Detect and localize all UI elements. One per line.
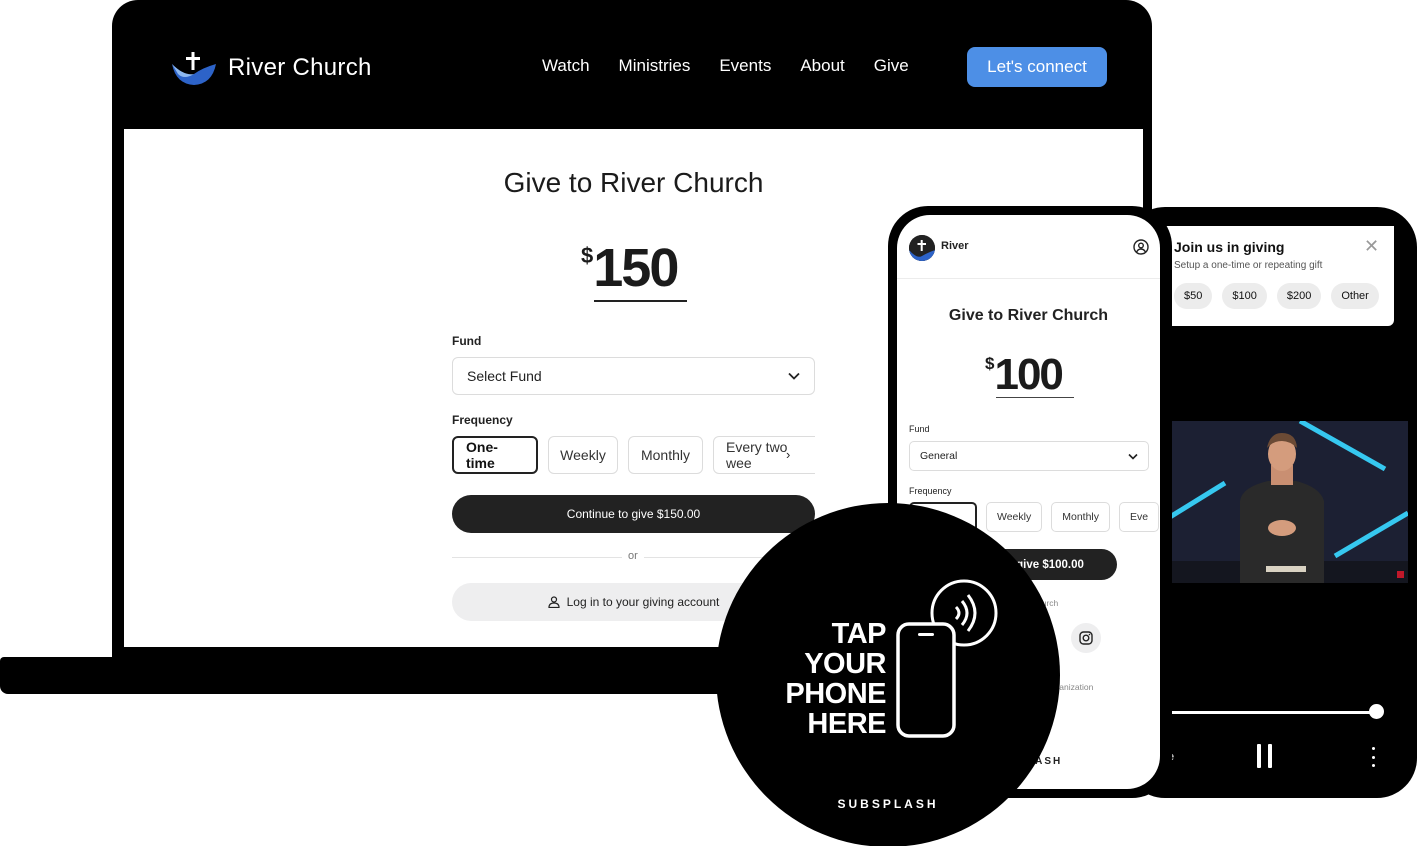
amount-50-button[interactable]: $50 bbox=[1174, 283, 1213, 309]
pause-icon[interactable] bbox=[1255, 744, 1275, 768]
amount-other-button[interactable]: Other bbox=[1331, 283, 1379, 309]
fund-select[interactable]: Select Fund bbox=[452, 357, 815, 395]
phone-amount-underline bbox=[996, 397, 1074, 398]
phone-brand-name: River bbox=[941, 240, 969, 252]
river-church-logo-icon bbox=[172, 52, 216, 85]
amount-options: $50 $100 $200 Other bbox=[1174, 283, 1379, 309]
video-frame-image bbox=[1170, 421, 1408, 583]
amount-200-button[interactable]: $200 bbox=[1276, 283, 1322, 309]
frequency-options: One-time Weekly Monthly Every two wee bbox=[452, 436, 815, 474]
page-title: Give to River Church bbox=[503, 167, 764, 198]
tap-line-2: YOUR bbox=[804, 648, 886, 680]
phone-currency-symbol: $ bbox=[985, 354, 995, 373]
amount-display[interactable]: $ 150 bbox=[581, 238, 679, 298]
nav-give[interactable]: Give bbox=[874, 56, 909, 76]
river-logo-icon bbox=[909, 235, 935, 261]
chevron-down-icon bbox=[1128, 453, 1138, 460]
lets-connect-button[interactable]: Let's connect bbox=[967, 47, 1107, 87]
frequency-weekly[interactable]: Weekly bbox=[548, 436, 618, 474]
currency-symbol: $ bbox=[581, 243, 594, 268]
fund-select-value: Select Fund bbox=[467, 368, 542, 384]
tap-line-4: HERE bbox=[807, 708, 886, 740]
nav-watch[interactable]: Watch bbox=[542, 56, 590, 76]
phone-frequency-every-two-weeks[interactable]: Eve bbox=[1119, 502, 1159, 532]
contactless-phone-icon bbox=[896, 579, 998, 738]
close-icon[interactable]: ✕ bbox=[1364, 236, 1379, 257]
giving-card-subtitle: Setup a one-time or repeating gift bbox=[1174, 260, 1323, 271]
tap-your-phone-text: TAP YOUR PHONE HERE bbox=[754, 619, 886, 739]
frequency-every-two-weeks[interactable]: Every two wee bbox=[713, 436, 815, 474]
brand-name: River Church bbox=[228, 54, 372, 81]
user-icon bbox=[548, 596, 560, 608]
phone-fund-value: General bbox=[920, 450, 958, 462]
nav-about[interactable]: About bbox=[800, 56, 844, 76]
chevron-right-icon[interactable]: › bbox=[786, 447, 790, 462]
phone-frequency-label: Frequency bbox=[909, 486, 952, 496]
frequency-one-time[interactable]: One-time bbox=[452, 436, 538, 474]
video-scrub-handle[interactable] bbox=[1369, 704, 1384, 719]
giving-card-title: Join us in giving bbox=[1174, 239, 1285, 255]
brand[interactable]: River Church bbox=[172, 50, 372, 86]
phone-amount-display[interactable]: $ 100 bbox=[985, 350, 1064, 400]
amount-underline bbox=[594, 300, 687, 302]
more-options-icon[interactable] bbox=[1366, 747, 1380, 767]
login-label: Log in to your giving account bbox=[566, 595, 720, 609]
continue-to-give-button[interactable]: Continue to give $150.00 bbox=[452, 495, 815, 533]
amount-100-button[interactable]: $100 bbox=[1222, 283, 1267, 309]
phone-frequency-weekly[interactable]: Weekly bbox=[986, 502, 1043, 532]
nav-events[interactable]: Events bbox=[719, 56, 771, 76]
phone-fund-select[interactable]: General bbox=[909, 441, 1149, 471]
phone-header: River bbox=[897, 215, 1160, 279]
frequency-label: Frequency bbox=[452, 413, 513, 427]
chevron-down-icon bbox=[788, 372, 800, 380]
phone-fund-label: Fund bbox=[909, 424, 930, 434]
sermon-video[interactable] bbox=[1170, 421, 1408, 583]
main-nav: Watch Ministries Events About Give bbox=[542, 56, 909, 76]
phone-frequency-monthly[interactable]: Monthly bbox=[1051, 502, 1110, 532]
instagram-icon[interactable] bbox=[1071, 623, 1101, 653]
subsplash-wordmark: SUBSPLASH bbox=[837, 797, 939, 811]
phone-amount-value: 100 bbox=[994, 350, 1063, 399]
tap-line-3: PHONE bbox=[785, 678, 886, 710]
video-progress-bar[interactable] bbox=[1170, 711, 1376, 714]
nav-ministries[interactable]: Ministries bbox=[619, 56, 691, 76]
or-separator: or bbox=[622, 550, 644, 562]
site-header: River Church Watch Ministries Events Abo… bbox=[124, 14, 1143, 129]
giving-prompt-card: Join us in giving Setup a one-time or re… bbox=[1166, 226, 1394, 326]
frequency-monthly[interactable]: Monthly bbox=[628, 436, 703, 474]
tap-line-1: TAP bbox=[831, 618, 887, 650]
tap-to-give-badge: TAP YOUR PHONE HERE SUBSPLASH bbox=[716, 503, 1060, 846]
phone-page-title: Give to River Church bbox=[948, 307, 1109, 324]
amount-value: 150 bbox=[593, 238, 679, 298]
fund-label: Fund bbox=[452, 334, 482, 348]
account-icon[interactable] bbox=[1133, 239, 1149, 255]
